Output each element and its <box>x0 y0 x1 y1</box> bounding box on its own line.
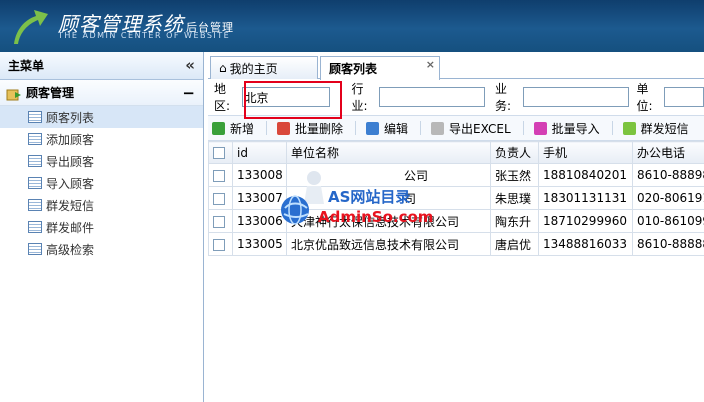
collapse-icon[interactable]: « <box>185 58 195 73</box>
tab-bar: ⌂ 我的主页 顾客列表 × <box>208 52 704 80</box>
tab-customer-list[interactable]: 顾客列表 × <box>320 56 440 80</box>
toolbar-divider <box>611 121 613 135</box>
customer-table: id 单位名称 负责人 手机 办公电话 133008 公司 张玉然 188108… <box>208 141 704 256</box>
list-icon <box>28 221 42 233</box>
list-icon <box>28 177 42 189</box>
cell-office-phone: 020-806191 <box>632 186 704 210</box>
cell-mobile: 18301131131 <box>538 186 633 210</box>
table-row[interactable]: 133005 北京优品致远信息技术有限公司 唐启优 13488816033 86… <box>208 232 704 256</box>
sidebar-item-customer-list[interactable]: 顾客列表 <box>0 106 203 128</box>
cell-company: 北京优品致远信息技术有限公司 <box>286 232 491 256</box>
col-mobile: 手机 <box>538 141 633 164</box>
col-company: 单位名称 <box>286 141 491 164</box>
toolbar-divider <box>355 121 357 135</box>
cell-company: 司 <box>286 186 491 210</box>
sidebar-item-import-customer[interactable]: 导入顾客 <box>0 172 203 194</box>
cell-company: 公司 <box>286 163 491 187</box>
table-header-row: id 单位名称 负责人 手机 办公电话 <box>208 141 704 164</box>
unit-input[interactable] <box>664 87 704 107</box>
cell-owner: 陶东升 <box>490 209 539 233</box>
collapse-group-icon[interactable]: − <box>182 84 195 102</box>
export-excel-button[interactable]: 导出EXCEL <box>431 120 511 137</box>
table-row[interactable]: 133007 司 朱思璞 18301131131 020-806191 <box>208 186 704 210</box>
menu-group-label: 顾客管理 <box>26 86 75 100</box>
select-all-checkbox[interactable] <box>208 141 233 164</box>
cell-id: 133007 <box>232 186 287 210</box>
row-checkbox[interactable] <box>208 232 233 256</box>
row-checkbox[interactable] <box>208 209 233 233</box>
close-icon[interactable]: × <box>426 58 435 71</box>
sidebar-header: 主菜单 « <box>0 52 203 80</box>
cell-office-phone: 8610-88888 <box>632 232 704 256</box>
business-input[interactable] <box>522 87 629 107</box>
sidebar: 主菜单 « 顾客管理 − 顾客列表 添加顾客 导出顾客 导入顾客 群发短信 群发… <box>0 52 204 402</box>
industry-input[interactable] <box>379 87 485 107</box>
row-checkbox[interactable] <box>208 163 233 187</box>
col-owner: 负责人 <box>490 141 539 164</box>
cell-id: 133005 <box>232 232 287 256</box>
delete-icon <box>277 121 291 135</box>
import-icon <box>533 121 547 135</box>
sidebar-item-add-customer[interactable]: 添加顾客 <box>0 128 203 150</box>
sidebar-item-export-customer[interactable]: 导出顾客 <box>0 150 203 172</box>
industry-label: 行业: <box>351 82 368 113</box>
cell-owner: 唐启优 <box>490 232 539 256</box>
toolbar-divider <box>266 121 268 135</box>
toolbar-divider <box>420 121 422 135</box>
list-icon <box>28 111 42 123</box>
batch-import-button[interactable]: 批量导入 <box>533 120 600 137</box>
sms-button[interactable]: 群发短信 <box>622 120 689 137</box>
sidebar-item-advanced-search[interactable]: 高级检索 <box>0 238 203 260</box>
edit-button[interactable]: 编辑 <box>366 120 408 137</box>
unit-label: 单位: <box>636 82 653 113</box>
row-checkbox[interactable] <box>208 186 233 210</box>
add-icon <box>212 121 225 135</box>
toolbar-divider <box>522 121 524 135</box>
highlight-box <box>244 81 342 119</box>
cell-mobile: 18810840201 <box>538 163 633 187</box>
col-office-phone: 办公电话 <box>632 141 704 164</box>
table-row[interactable]: 133006 天津神行太保信息技术有限公司 陶东升 18710299960 01… <box>208 209 704 233</box>
cell-mobile: 13488816033 <box>538 232 633 256</box>
col-id: id <box>232 141 287 164</box>
app-header: 顾客管理系统 后台管理 THE ADMIN CENTER OF WEBSITE <box>0 0 704 52</box>
tab-home[interactable]: ⌂ 我的主页 <box>210 56 318 79</box>
sms-icon <box>622 121 636 135</box>
list-icon <box>28 243 42 255</box>
sidebar-item-sms[interactable]: 群发短信 <box>0 194 203 216</box>
list-icon <box>28 199 42 211</box>
add-button[interactable]: 新增 <box>212 120 254 137</box>
cell-office-phone: 8610-88898 <box>632 163 704 187</box>
cell-owner: 张玉然 <box>490 163 539 187</box>
menu-group-customer[interactable]: 顾客管理 − <box>0 80 203 106</box>
main-panel: ⌂我的主页 顾客列表× 地区: 行业: 业务: 单位: 新增 批量删除 编辑 导… <box>208 52 704 402</box>
sidebar-title: 主菜单 <box>8 59 45 73</box>
table-row[interactable]: 133008 公司 张玉然 18810840201 8610-88898 <box>208 163 704 187</box>
cell-office-phone: 010-861099 <box>632 209 704 233</box>
list-icon <box>28 133 42 145</box>
folder-arrow-icon <box>6 89 21 100</box>
cell-owner: 朱思璞 <box>490 186 539 210</box>
batch-delete-button[interactable]: 批量删除 <box>277 120 343 137</box>
cell-id: 133008 <box>232 163 287 187</box>
search-bar: 地区: 行业: 业务: 单位: <box>208 79 704 119</box>
cell-mobile: 18710299960 <box>538 209 633 233</box>
logo-arrow-icon <box>14 10 48 44</box>
region-label: 地区: <box>214 82 231 113</box>
sidebar-item-email[interactable]: 群发邮件 <box>0 216 203 238</box>
export-icon <box>431 121 445 135</box>
edit-icon <box>366 121 380 135</box>
cell-company: 天津神行太保信息技术有限公司 <box>286 209 491 233</box>
list-icon <box>28 155 42 167</box>
app-subtitle: THE ADMIN CENTER OF WEBSITE <box>58 31 231 40</box>
cell-id: 133006 <box>232 209 287 233</box>
business-label: 业务: <box>495 82 512 113</box>
home-icon: ⌂ <box>219 61 227 75</box>
